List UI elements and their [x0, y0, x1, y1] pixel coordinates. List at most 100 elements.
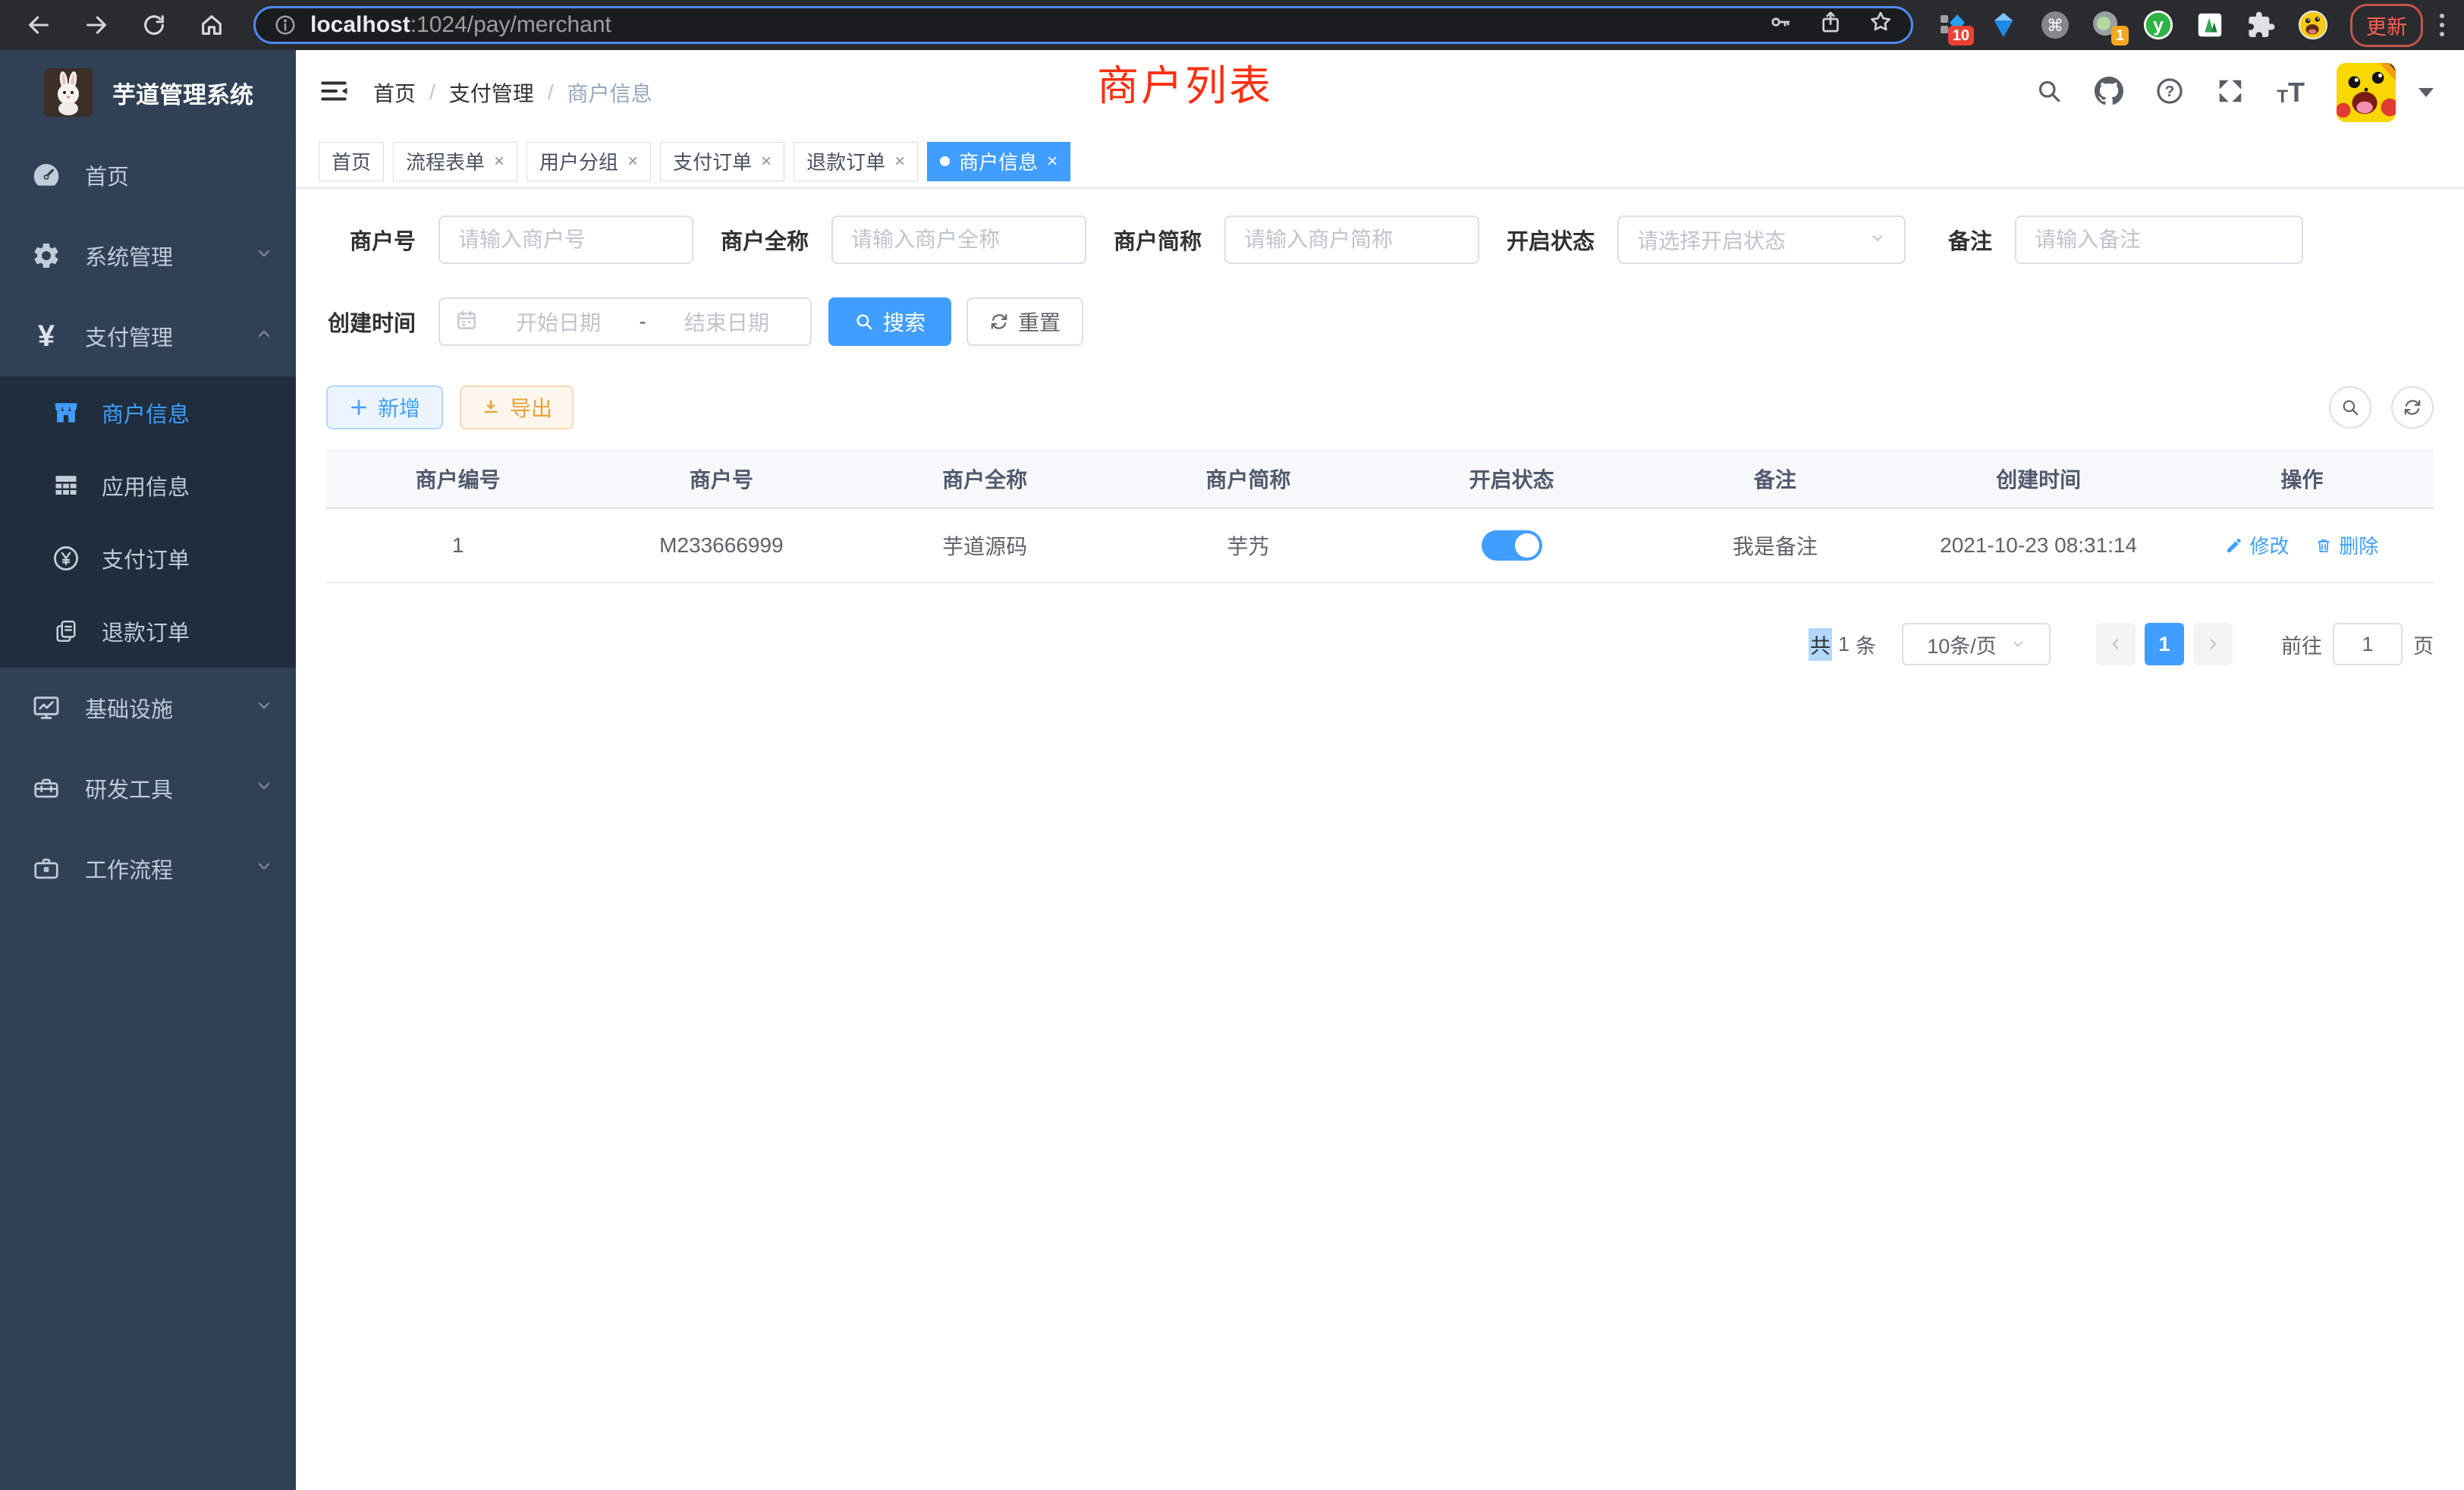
add-button-label: 新增: [378, 392, 420, 423]
share-icon[interactable]: [1818, 10, 1843, 40]
extensions-puzzle-icon[interactable]: [2246, 9, 2277, 41]
full-name-input[interactable]: [831, 215, 1086, 264]
close-icon[interactable]: ×: [1047, 152, 1058, 171]
cell-create-time: 2021-10-23 08:31:14: [1907, 508, 2170, 583]
breadcrumb-home[interactable]: 首页: [373, 77, 416, 108]
page-size-select[interactable]: 10条/页: [1902, 623, 2051, 665]
url-bar[interactable]: localhost:1024/pay/merchant: [253, 6, 1913, 44]
browser-reload-icon[interactable]: [141, 12, 167, 38]
sidebar-item-label: 商户信息: [102, 397, 190, 429]
site-info-icon[interactable]: [274, 14, 297, 36]
fullscreen-icon[interactable]: [2216, 77, 2245, 109]
create-time-label: 创建时间: [326, 306, 416, 338]
browser-forward-icon[interactable]: [83, 12, 109, 38]
extension-recorder-icon[interactable]: 1: [2091, 9, 2123, 41]
extension-notes-icon[interactable]: [2194, 9, 2226, 41]
add-button[interactable]: 新增: [326, 385, 443, 429]
breadcrumb-parent[interactable]: 支付管理: [449, 77, 534, 108]
goto-page-input[interactable]: [2333, 623, 2403, 665]
sidebar-item-label: 研发工具: [85, 772, 173, 804]
remark-input[interactable]: [2015, 215, 2303, 264]
tab-merchant-info[interactable]: 商户信息×: [927, 142, 1070, 181]
reset-button[interactable]: 重置: [966, 297, 1083, 346]
svg-text:y: y: [2153, 16, 2164, 36]
extension-badge: 10: [1948, 26, 1974, 46]
sidebar-item-system[interactable]: 系统管理: [0, 215, 296, 296]
font-size-icon[interactable]: TT: [2277, 79, 2305, 106]
sidebar-item-devtools[interactable]: 研发工具: [0, 748, 296, 828]
tab-refund-order[interactable]: 退款订单×: [794, 142, 918, 181]
bookmark-star-icon[interactable]: [1868, 10, 1893, 40]
help-icon[interactable]: ?: [2155, 77, 2184, 109]
close-icon[interactable]: ×: [761, 152, 772, 171]
date-range-picker[interactable]: 开始日期 - 结束日期: [438, 297, 812, 346]
close-icon[interactable]: ×: [494, 152, 504, 171]
sidebar-item-infrastructure[interactable]: 基础设施: [0, 668, 296, 748]
prev-page-button[interactable]: [2096, 623, 2136, 665]
extension-command-icon[interactable]: ⌘: [2039, 9, 2071, 41]
chevron-down-icon: [255, 244, 273, 269]
export-button[interactable]: 导出: [460, 385, 574, 429]
sidebar: 芋道管理系统 首页 系统管理 ¥ 支付管理 商户信息 应用信息: [0, 50, 296, 1490]
status-toggle[interactable]: [1482, 530, 1542, 561]
browser-update-button[interactable]: 更新: [2350, 4, 2423, 47]
sidebar-item-home[interactable]: 首页: [0, 135, 296, 215]
col-status: 开启状态: [1380, 449, 1643, 508]
cell-actions: 修改 删除: [2170, 508, 2434, 583]
tab-home[interactable]: 首页: [319, 142, 384, 181]
sidebar-item-app-info[interactable]: 应用信息: [0, 449, 296, 522]
avatar-caret-icon[interactable]: [2418, 88, 2434, 97]
extension-gem-icon[interactable]: [1988, 9, 2019, 41]
sidebar-item-merchant-info[interactable]: 商户信息: [0, 376, 296, 449]
sidebar-item-label: 应用信息: [102, 470, 190, 501]
extension-y-icon[interactable]: y: [2142, 9, 2174, 41]
edit-link[interactable]: 修改: [2225, 531, 2289, 559]
status-select[interactable]: 请选择开启状态: [1617, 215, 1906, 264]
sidebar-item-refund-order[interactable]: 退款订单: [0, 595, 296, 668]
total-count: 1: [1838, 633, 1850, 656]
breadcrumb: 首页 / 支付管理 / 商户信息: [373, 77, 652, 108]
sidebar-item-pay-order[interactable]: 支付订单: [0, 522, 296, 595]
password-key-icon[interactable]: [1768, 10, 1793, 40]
profile-smiley-icon[interactable]: [2297, 9, 2329, 41]
search-button-label: 搜索: [883, 306, 926, 337]
sidebar-collapse-icon[interactable]: [319, 76, 349, 110]
short-name-input[interactable]: [1224, 215, 1479, 264]
dashboard-icon: [29, 159, 64, 191]
col-remark: 备注: [1643, 449, 1906, 508]
sidebar-item-payment[interactable]: ¥ 支付管理: [0, 296, 296, 376]
user-avatar[interactable]: [2337, 63, 2396, 122]
close-icon[interactable]: ×: [894, 152, 905, 171]
app-logo[interactable]: 芋道管理系统: [0, 50, 296, 135]
refresh-button[interactable]: [2391, 386, 2434, 429]
next-page-button[interactable]: [2193, 623, 2233, 665]
delete-link-label: 删除: [2339, 531, 2378, 559]
browser-menu-icon[interactable]: [2434, 11, 2450, 39]
table-row: 1 M233666999 芋道源码 芋艿 我是备注 2021-10-23 08:…: [326, 508, 2434, 583]
url-host: localhost: [310, 12, 410, 38]
browser-home-icon[interactable]: [199, 12, 225, 38]
header-search-icon[interactable]: [2035, 77, 2063, 108]
extension-sketch-icon[interactable]: 10: [1936, 9, 1968, 41]
browser-back-icon[interactable]: [26, 12, 52, 38]
page-size-value: 10条/页: [1927, 630, 1997, 659]
close-icon[interactable]: ×: [627, 152, 638, 171]
search-button[interactable]: 搜索: [828, 297, 951, 346]
extension-badge: 1: [2111, 26, 2129, 46]
monitor-icon: [29, 693, 64, 723]
github-icon[interactable]: [2095, 77, 2123, 109]
tab-user-group[interactable]: 用户分组×: [526, 142, 651, 181]
merchant-table: 商户编号 商户号 商户全称 商户简称 开启状态 备注 创建时间 操作 1 M23…: [326, 449, 2434, 583]
toggle-search-button[interactable]: [2329, 386, 2371, 429]
sidebar-item-workflow[interactable]: 工作流程: [0, 828, 296, 909]
page-number-1[interactable]: 1: [2145, 623, 2184, 665]
reset-button-label: 重置: [1018, 306, 1061, 337]
merchant-no-input[interactable]: [438, 215, 693, 264]
delete-link[interactable]: 删除: [2315, 531, 2378, 559]
page-content: 商户号 商户全称 商户简称 开启状态 请选择开启状态 备注 创建时间: [296, 188, 2464, 665]
chevron-down-icon: [2010, 637, 2026, 652]
tab-pay-order[interactable]: 支付订单×: [660, 142, 784, 181]
gear-icon: [29, 240, 64, 271]
store-icon: [50, 398, 82, 427]
tab-flow-form[interactable]: 流程表单×: [393, 142, 517, 181]
